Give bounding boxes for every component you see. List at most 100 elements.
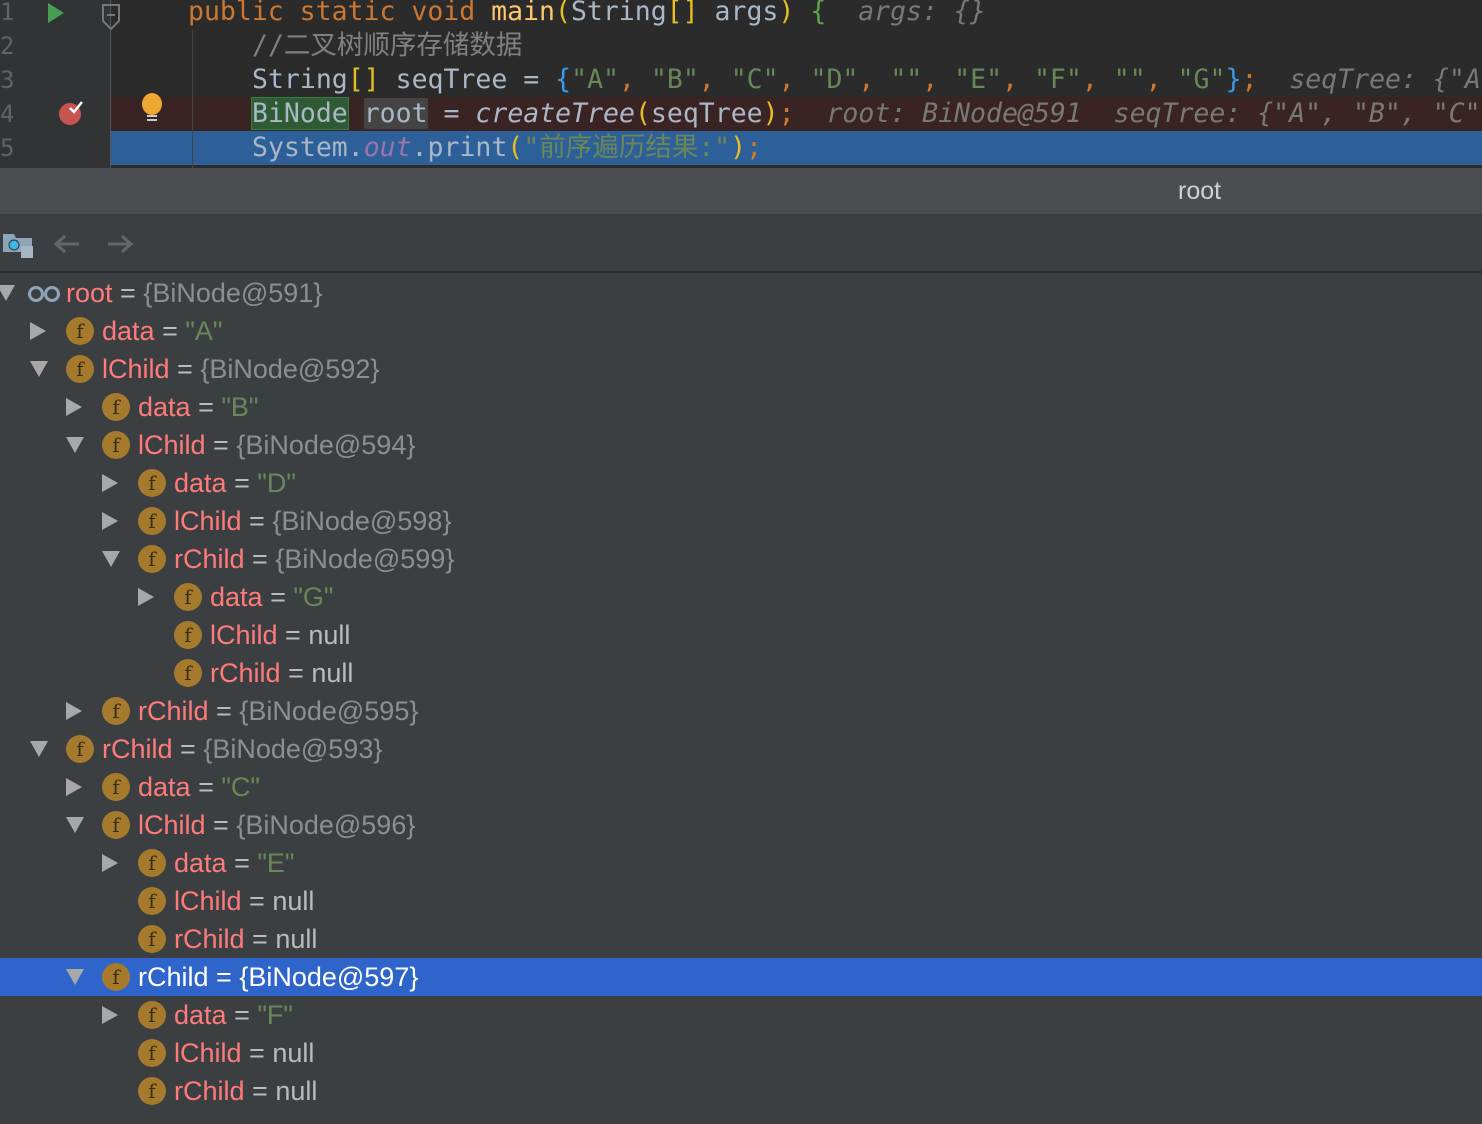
code-text: public static void main(String[] args) {… — [188, 0, 986, 29]
code-token: root — [363, 98, 428, 129]
expanded-arrow-icon[interactable] — [66, 437, 84, 453]
equals-sign: = — [277, 620, 309, 650]
variable-name: lChild — [210, 620, 278, 650]
tree-row-lChild[interactable]: f lChild = null — [0, 1034, 1482, 1072]
tree-row-rChild[interactable]: f rChild = {BiNode@599} — [0, 540, 1482, 578]
tree-row-data[interactable]: f data = "A" — [0, 312, 1482, 350]
field-icon: f — [102, 773, 130, 801]
code-token: seqTree — [650, 98, 763, 129]
code-token: ( — [634, 98, 651, 129]
tree-row-lChild[interactable]: f lChild = null — [0, 882, 1482, 920]
tree-row-rChild[interactable]: f rChild = null — [0, 920, 1482, 958]
code-token: [] — [666, 0, 699, 27]
tree-row-lChild[interactable]: f lChild = {BiNode@592} — [0, 350, 1482, 388]
tree-row-rChild[interactable]: f rChild = {BiNode@595} — [0, 692, 1482, 730]
expanded-arrow-icon[interactable] — [66, 817, 84, 833]
collapsed-arrow-icon[interactable] — [30, 322, 46, 340]
code-token: "A" — [571, 64, 619, 95]
code-line[interactable]: 5 System.out.print("前序遍历结果:"); — [0, 131, 1482, 165]
collapsed-arrow-icon[interactable] — [138, 588, 154, 606]
field-icon: f — [66, 317, 94, 345]
code-token: createTree — [475, 98, 635, 129]
collapsed-arrow-icon[interactable] — [102, 474, 118, 492]
collapsed-arrow-icon[interactable] — [102, 854, 118, 872]
variable-name: data — [102, 316, 155, 346]
tree-row-lChild[interactable]: f lChild = {BiNode@594} — [0, 426, 1482, 464]
equals-sign: = — [205, 430, 237, 460]
tree-row-data[interactable]: f data = "C" — [0, 768, 1482, 806]
tree-row-data[interactable]: f data = "B" — [0, 388, 1482, 426]
expanded-arrow-icon[interactable] — [102, 551, 120, 567]
back-arrow-icon[interactable] — [53, 234, 81, 254]
forward-arrow-icon[interactable] — [106, 234, 134, 254]
equals-sign: = — [226, 468, 258, 498]
equals-sign: = — [205, 810, 237, 840]
code-line[interactable]: 3 String[] seqTree = {"A", "B", "C", "D",… — [0, 63, 1482, 97]
tree-row-data[interactable]: f data = "F" — [0, 996, 1482, 1034]
field-icon: f — [102, 963, 130, 991]
line-number: 3 — [0, 66, 15, 94]
hierarchy-icon[interactable] — [2, 232, 34, 260]
line-number: 1 — [0, 0, 15, 26]
tree-row-lChild[interactable]: f lChild = null — [0, 616, 1482, 654]
variable-value: "G" — [293, 582, 334, 612]
collapsed-arrow-icon[interactable] — [66, 702, 82, 720]
code-text: System.out.print("前序遍历结果:"); — [252, 131, 762, 165]
code-editor[interactable]: 1 public static void main(String[] args) … — [0, 0, 1482, 168]
variable-name: rChild — [174, 1076, 245, 1106]
code-token: ; — [778, 98, 795, 129]
variable-value: {BiNode@591} — [143, 278, 323, 308]
field-icon: f — [138, 507, 166, 535]
collapsed-arrow-icon[interactable] — [66, 778, 82, 796]
expanded-arrow-icon[interactable] — [66, 969, 84, 985]
code-token: .print — [411, 132, 508, 163]
code-token: { — [810, 0, 827, 27]
tree-row-rChild[interactable]: f rChild = {BiNode@597} — [0, 958, 1482, 996]
tree-row-data[interactable]: f data = "E" — [0, 844, 1482, 882]
expanded-arrow-icon[interactable] — [30, 361, 48, 377]
line-number: 2 — [0, 32, 15, 60]
code-token: ) — [778, 0, 795, 27]
collapsed-arrow-icon[interactable] — [102, 512, 118, 530]
code-token: { — [555, 64, 572, 95]
variable-name: data — [174, 848, 227, 878]
popup-title-bar[interactable]: root — [0, 168, 1482, 214]
equals-sign: = — [226, 848, 258, 878]
code-token: String — [570, 0, 667, 27]
field-icon: f — [174, 583, 202, 611]
equals-sign: = — [244, 544, 276, 574]
tree-row-lChild[interactable]: f lChild = {BiNode@598} — [0, 502, 1482, 540]
code-token: System. — [252, 132, 364, 163]
variable-name: lChild — [174, 506, 242, 536]
expanded-arrow-icon[interactable] — [0, 285, 15, 301]
variable-value: {BiNode@595} — [239, 696, 419, 726]
tree-row-lChild[interactable]: f lChild = {BiNode@596} — [0, 806, 1482, 844]
variable-name: rChild — [138, 696, 209, 726]
code-token: , — [698, 64, 731, 95]
tree-row-rChild[interactable]: f rChild = {BiNode@593} — [0, 730, 1482, 768]
variable-value: null — [272, 1038, 315, 1068]
collapsed-arrow-icon[interactable] — [102, 1006, 118, 1024]
code-line[interactable]: 1 public static void main(String[] args) … — [0, 0, 1482, 29]
tree-row-root[interactable]: root = {BiNode@591} — [0, 274, 1482, 312]
code-line[interactable]: 4 BiNode root = createTree(seqTree); root… — [0, 97, 1482, 131]
tree-row-data[interactable]: f data = "D" — [0, 464, 1482, 502]
variable-name: rChild — [210, 658, 281, 688]
code-line[interactable]: 2 //二叉树顺序存储数据 — [0, 29, 1482, 63]
field-icon: f — [66, 735, 94, 763]
expanded-arrow-icon[interactable] — [30, 741, 48, 757]
tree-row-data[interactable]: f data = "G" — [0, 578, 1482, 616]
equals-sign: = — [190, 392, 222, 422]
tree-row-rChild[interactable]: f rChild = null — [0, 1072, 1482, 1110]
variable-name: data — [174, 1000, 227, 1030]
code-token: "C" — [730, 64, 779, 95]
code-token: , — [1081, 64, 1114, 95]
collapsed-arrow-icon[interactable] — [66, 398, 82, 416]
variable-name: rChild — [102, 734, 173, 764]
code-text: BiNode root = createTree(seqTree); root:… — [251, 97, 1482, 131]
variable-value: null — [275, 924, 318, 954]
tree-row-rChild[interactable]: f rChild = null — [0, 654, 1482, 692]
variable-value: {BiNode@592} — [200, 354, 380, 384]
field-icon: f — [174, 621, 202, 649]
